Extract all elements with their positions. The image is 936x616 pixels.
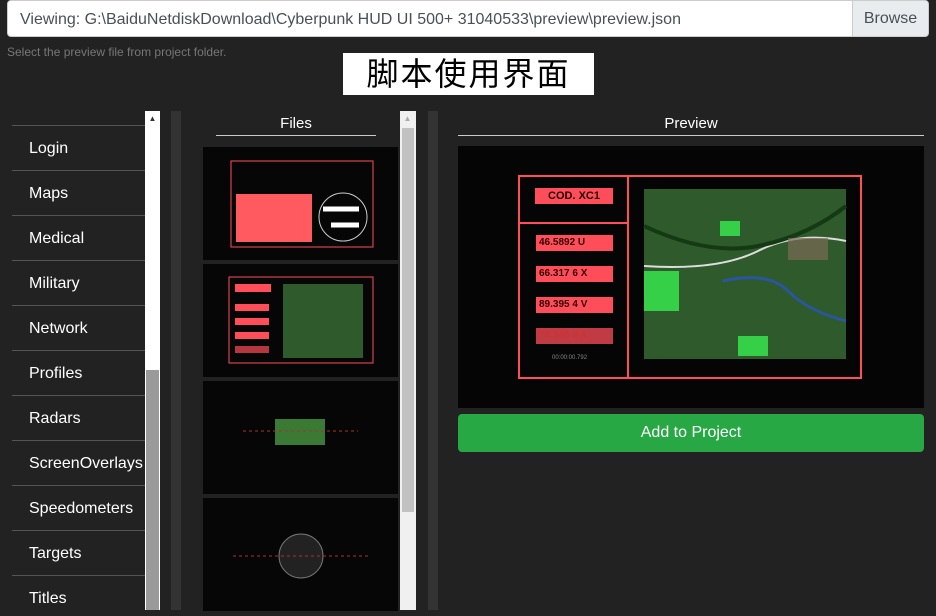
- file-thumbnail[interactable]: [203, 498, 398, 611]
- add-to-project-button[interactable]: Add to Project: [458, 414, 924, 452]
- hud-timer: 00:00:00.792: [552, 355, 588, 361]
- help-text: Select the preview file from project fol…: [7, 45, 227, 59]
- category-item[interactable]: Titles: [12, 576, 145, 610]
- category-item[interactable]: Radars: [12, 396, 145, 441]
- category-list: Login Maps Medical Military Network Prof…: [12, 80, 145, 610]
- hud-thumbnail-icon: [243, 419, 358, 445]
- scrollbar-thumb[interactable]: [146, 370, 159, 610]
- preview-image: COD. XC1 46.5892 U 66.317 6 X 89.395 4 V…: [458, 146, 924, 408]
- category-item[interactable]: Login: [12, 126, 145, 171]
- scroll-up-icon[interactable]: ▲: [400, 114, 415, 123]
- hud-preview-icon: [518, 175, 862, 379]
- category-item[interactable]: Military: [12, 261, 145, 306]
- hud-map-thumbnail-icon: [230, 160, 374, 248]
- category-item[interactable]: Maps: [12, 171, 145, 216]
- browse-button[interactable]: Browse: [852, 0, 929, 37]
- splitter[interactable]: [171, 111, 181, 610]
- category-item[interactable]: Speedometers: [12, 486, 145, 531]
- scroll-up-icon[interactable]: ▲: [145, 114, 160, 123]
- hud-globe-thumbnail-icon: [233, 533, 369, 579]
- hud-code: COD. XC1: [548, 190, 600, 202]
- files-title: Files: [216, 112, 376, 136]
- preview-title: Preview: [458, 112, 924, 136]
- file-thumbnail[interactable]: [203, 147, 398, 260]
- file-thumbnail-selected[interactable]: [203, 264, 398, 377]
- category-item[interactable]: Medical: [12, 216, 145, 261]
- file-thumbnail[interactable]: [203, 381, 398, 494]
- hud-value: 66.317 6 X: [539, 268, 588, 279]
- hud-value: 89.395 4 V: [539, 299, 588, 310]
- hud-value: 76.340 9 A: [539, 330, 588, 341]
- category-item[interactable]: Profiles: [12, 351, 145, 396]
- hud-map-thumbnail-icon: [228, 276, 374, 364]
- hud-value: 46.5892 U: [539, 237, 586, 248]
- category-item[interactable]: Network: [12, 306, 145, 351]
- category-item[interactable]: Targets: [12, 531, 145, 576]
- scrollbar-thumb[interactable]: [402, 128, 414, 512]
- category-item-partial[interactable]: [12, 80, 145, 126]
- banner-label: 脚本使用界面: [343, 53, 594, 95]
- path-input[interactable]: Viewing: G:\BaiduNetdiskDownload\Cyberpu…: [7, 0, 853, 37]
- splitter[interactable]: [428, 111, 438, 610]
- category-item[interactable]: ScreenOverlays: [12, 441, 145, 486]
- category-scrollbar[interactable]: ▲: [145, 111, 160, 610]
- files-scrollbar[interactable]: ▲: [400, 111, 416, 610]
